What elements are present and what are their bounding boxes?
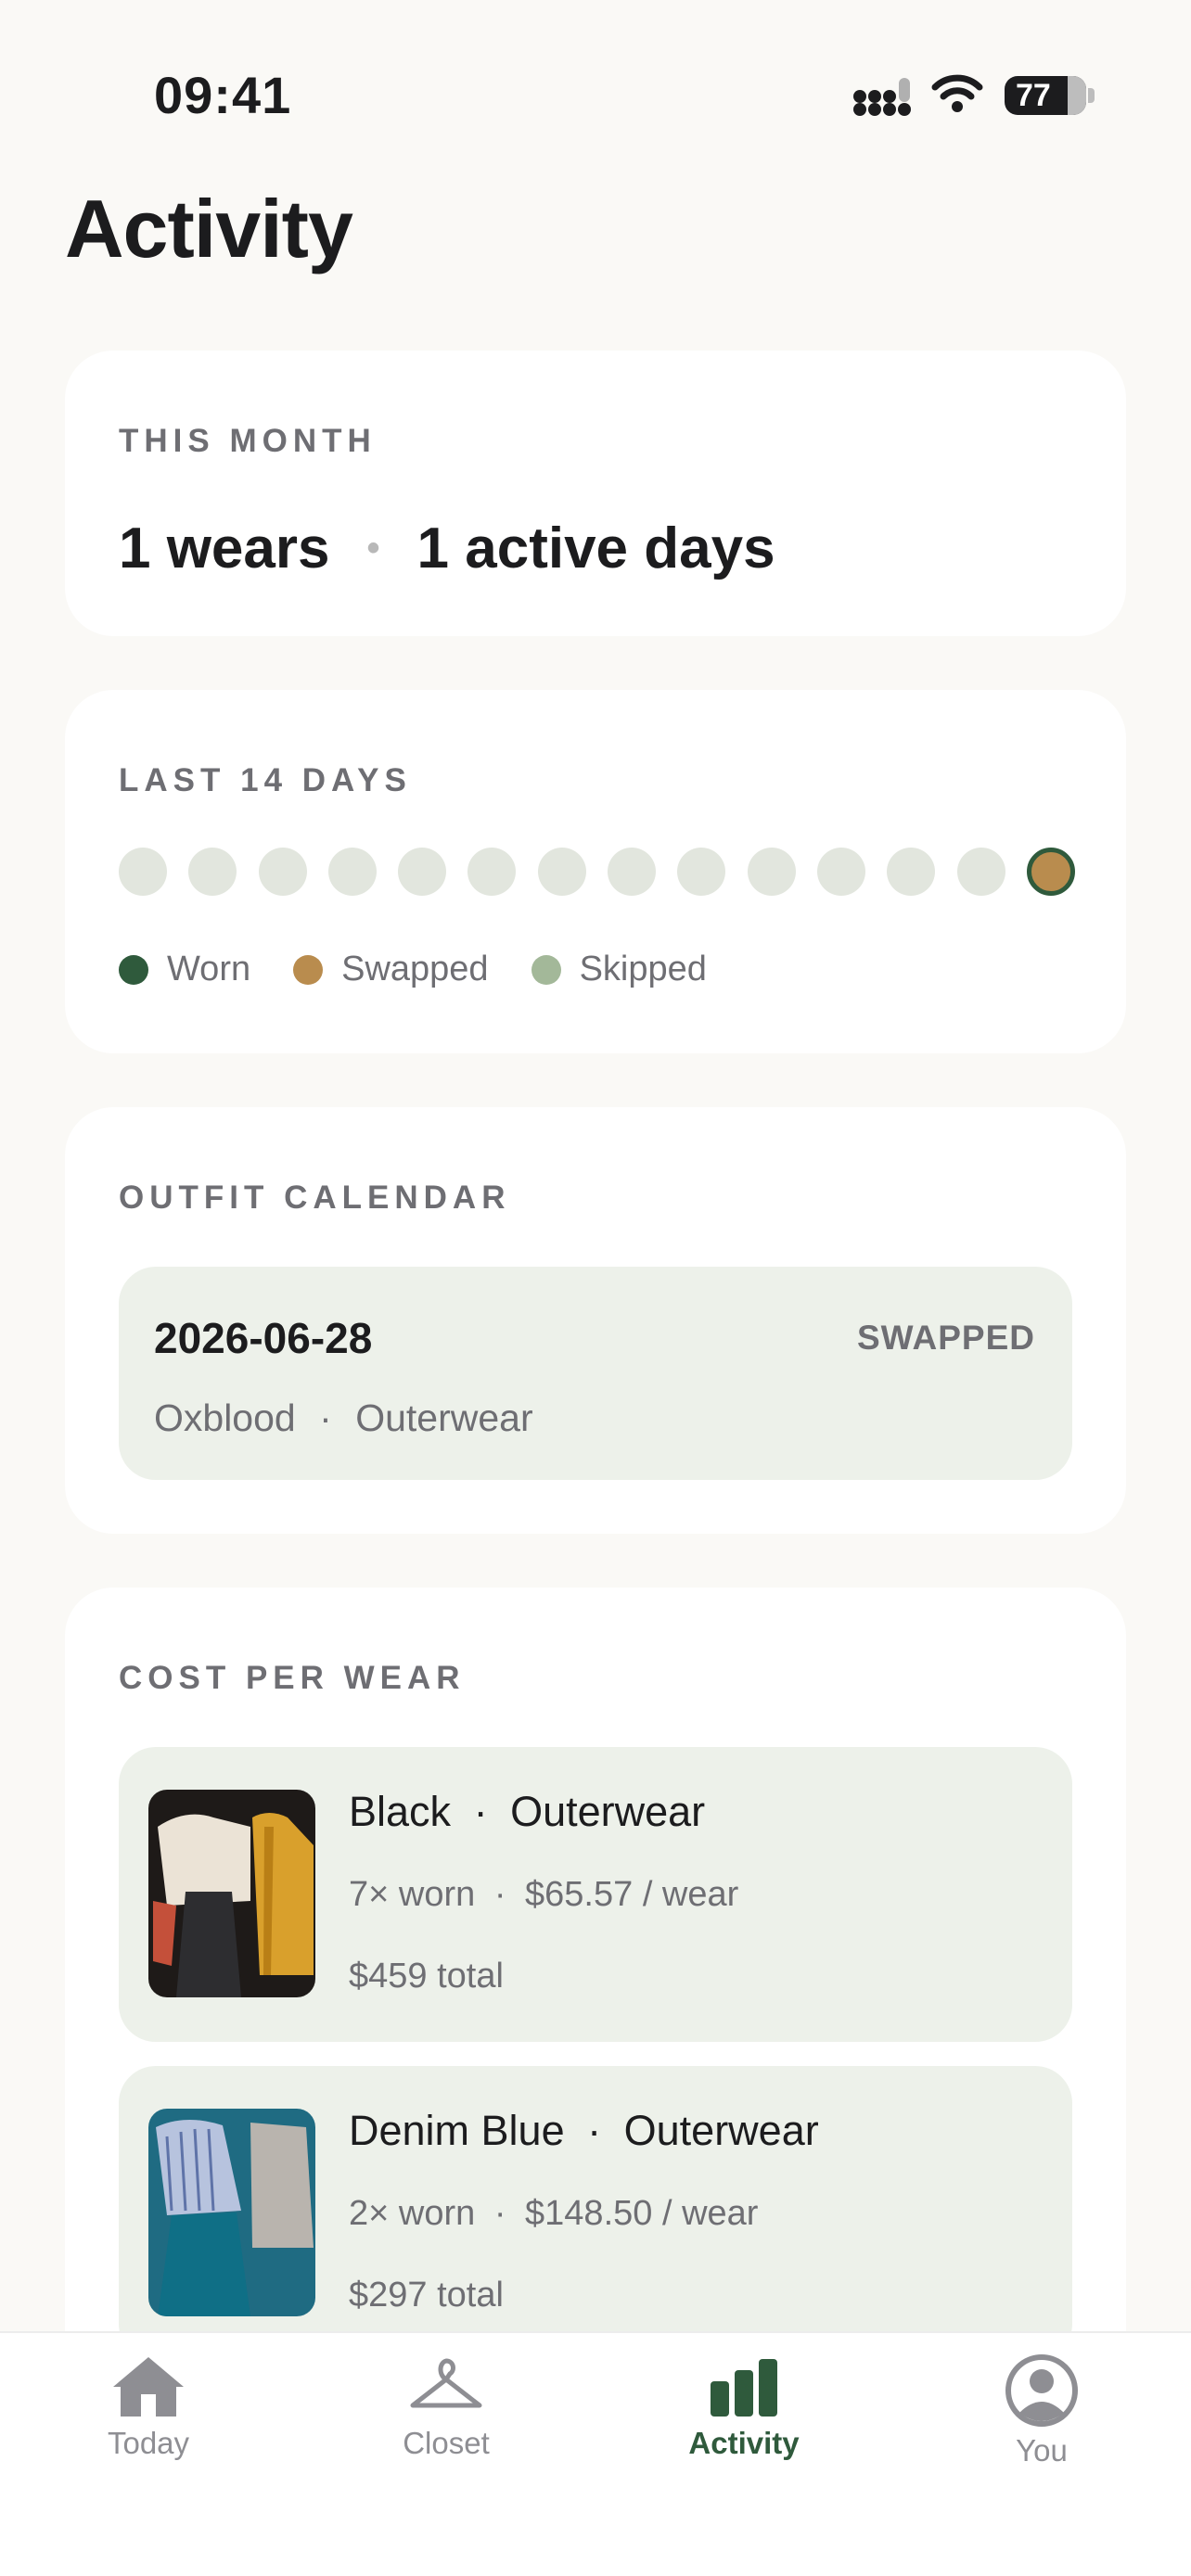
house-icon — [113, 2357, 184, 2417]
last-14-days-card: LAST 14 DAYS Worn Swapped Skipped — [65, 690, 1126, 1053]
page-title: Activity — [65, 183, 353, 274]
battery-tip — [1088, 88, 1095, 103]
calendar-entry-status: SWAPPED — [856, 1319, 1035, 1357]
this-month-label: THIS MONTH — [119, 423, 377, 459]
legend-swapped: Swapped — [293, 950, 489, 989]
active-days-count: 1 active days — [416, 516, 775, 580]
calendar-entry-category: Outerwear — [355, 1396, 533, 1439]
this-month-card: THIS MONTH 1 wears • 1 active days — [65, 351, 1126, 636]
cpw-item-worn: 2× worn — [349, 2194, 476, 2233]
day-dot — [327, 848, 377, 896]
tab-you[interactable]: You — [949, 2353, 1134, 2468]
day-dot — [1026, 848, 1075, 896]
swapped-swatch — [293, 954, 324, 985]
cpw-item-stats: 2× worn · $148.50 / wear — [349, 2194, 759, 2233]
calendar-entry-date: 2026-06-28 — [154, 1314, 373, 1362]
legend-skipped-label: Skipped — [579, 950, 707, 988]
tab-today[interactable]: Today — [56, 2353, 241, 2461]
outfit-thumbnail — [148, 1790, 315, 1997]
day-dot — [537, 848, 586, 896]
cpw-item[interactable]: Black · Outerwear 7× worn · $65.57 / wea… — [119, 1747, 1072, 2042]
legend-worn-label: Worn — [167, 950, 251, 988]
legend-swapped-label: Swapped — [341, 950, 489, 988]
day-dot — [608, 848, 657, 896]
tab-you-label: You — [1016, 2433, 1068, 2468]
hanger-icon — [410, 2358, 482, 2408]
calendar-entry-color: Oxblood — [154, 1396, 296, 1439]
cpw-item-title: Black · Outerwear — [349, 1788, 706, 1835]
wears-count: 1 wears — [119, 516, 330, 580]
day-dot — [677, 848, 726, 896]
day-dot — [816, 848, 865, 896]
cpw-item-worn: 7× worn — [349, 1875, 476, 1914]
legend: Worn Swapped Skipped — [119, 950, 749, 989]
activity-screen: 09:41 77 Activity THIS MONTH 1 wears • 1… — [0, 0, 1191, 2576]
tab-closet[interactable]: Closet — [353, 2353, 539, 2461]
calendar-entry-detail: Oxblood · Outerwear — [154, 1396, 533, 1439]
status-bar: 09:41 77 — [0, 0, 1191, 185]
cpw-item-per-wear: $65.57 / wear — [525, 1875, 739, 1914]
month-stats: 1 wears • 1 active days — [119, 516, 775, 581]
day-dot — [258, 848, 307, 896]
battery-icon: 77 — [1005, 76, 1086, 115]
outfit-calendar-card: OUTFIT CALENDAR 2026-06-28 SWAPPED Oxblo… — [65, 1107, 1126, 1534]
day-dot — [467, 848, 517, 896]
day-dots — [119, 848, 1075, 896]
cpw-item-category: Outerwear — [623, 2107, 819, 2154]
battery-level: 77 — [1016, 77, 1051, 113]
cpw-item-total: $459 total — [349, 1957, 504, 1996]
tab-closet-label: Closet — [403, 2426, 490, 2460]
tab-today-label: Today — [107, 2426, 190, 2460]
day-dot — [119, 848, 167, 896]
tab-bar: Today Closet Activity You — [0, 2331, 1191, 2576]
cpw-item-color: Black — [349, 1788, 452, 1835]
day-dot — [887, 848, 936, 896]
wifi-icon — [931, 74, 983, 112]
legend-skipped: Skipped — [531, 950, 707, 989]
day-dot — [188, 848, 237, 896]
cpw-item-total: $297 total — [349, 2276, 504, 2315]
legend-worn: Worn — [119, 950, 250, 989]
cpw-item-per-wear: $148.50 / wear — [525, 2194, 759, 2233]
status-time: 09:41 — [154, 66, 292, 124]
outfit-calendar-label: OUTFIT CALENDAR — [119, 1180, 511, 1216]
cellular-signal-icon — [853, 78, 911, 116]
cpw-item-category: Outerwear — [510, 1788, 706, 1835]
separator-dot: • — [366, 528, 380, 568]
day-dot — [398, 848, 447, 896]
cpw-item-stats: 7× worn · $65.57 / wear — [349, 1875, 739, 1914]
tab-activity[interactable]: Activity — [651, 2353, 837, 2461]
person-circle-icon — [1005, 2354, 1078, 2427]
worn-swatch — [119, 954, 148, 985]
cpw-item[interactable]: Denim Blue · Outerwear 2× worn · $148.50… — [119, 2066, 1072, 2361]
day-dot — [747, 848, 796, 896]
skipped-swatch — [531, 954, 561, 985]
tab-activity-label: Activity — [688, 2426, 800, 2460]
calendar-entry[interactable]: 2026-06-28 SWAPPED Oxblood · Outerwear — [119, 1267, 1072, 1480]
cost-per-wear-label: COST PER WEAR — [119, 1660, 466, 1696]
outfit-thumbnail — [148, 2109, 315, 2316]
bar-chart-icon — [711, 2359, 777, 2417]
last-14-days-label: LAST 14 DAYS — [119, 762, 412, 798]
cpw-item-color: Denim Blue — [349, 2107, 565, 2154]
cpw-item-title: Denim Blue · Outerwear — [349, 2107, 819, 2154]
day-dot — [956, 848, 1005, 896]
